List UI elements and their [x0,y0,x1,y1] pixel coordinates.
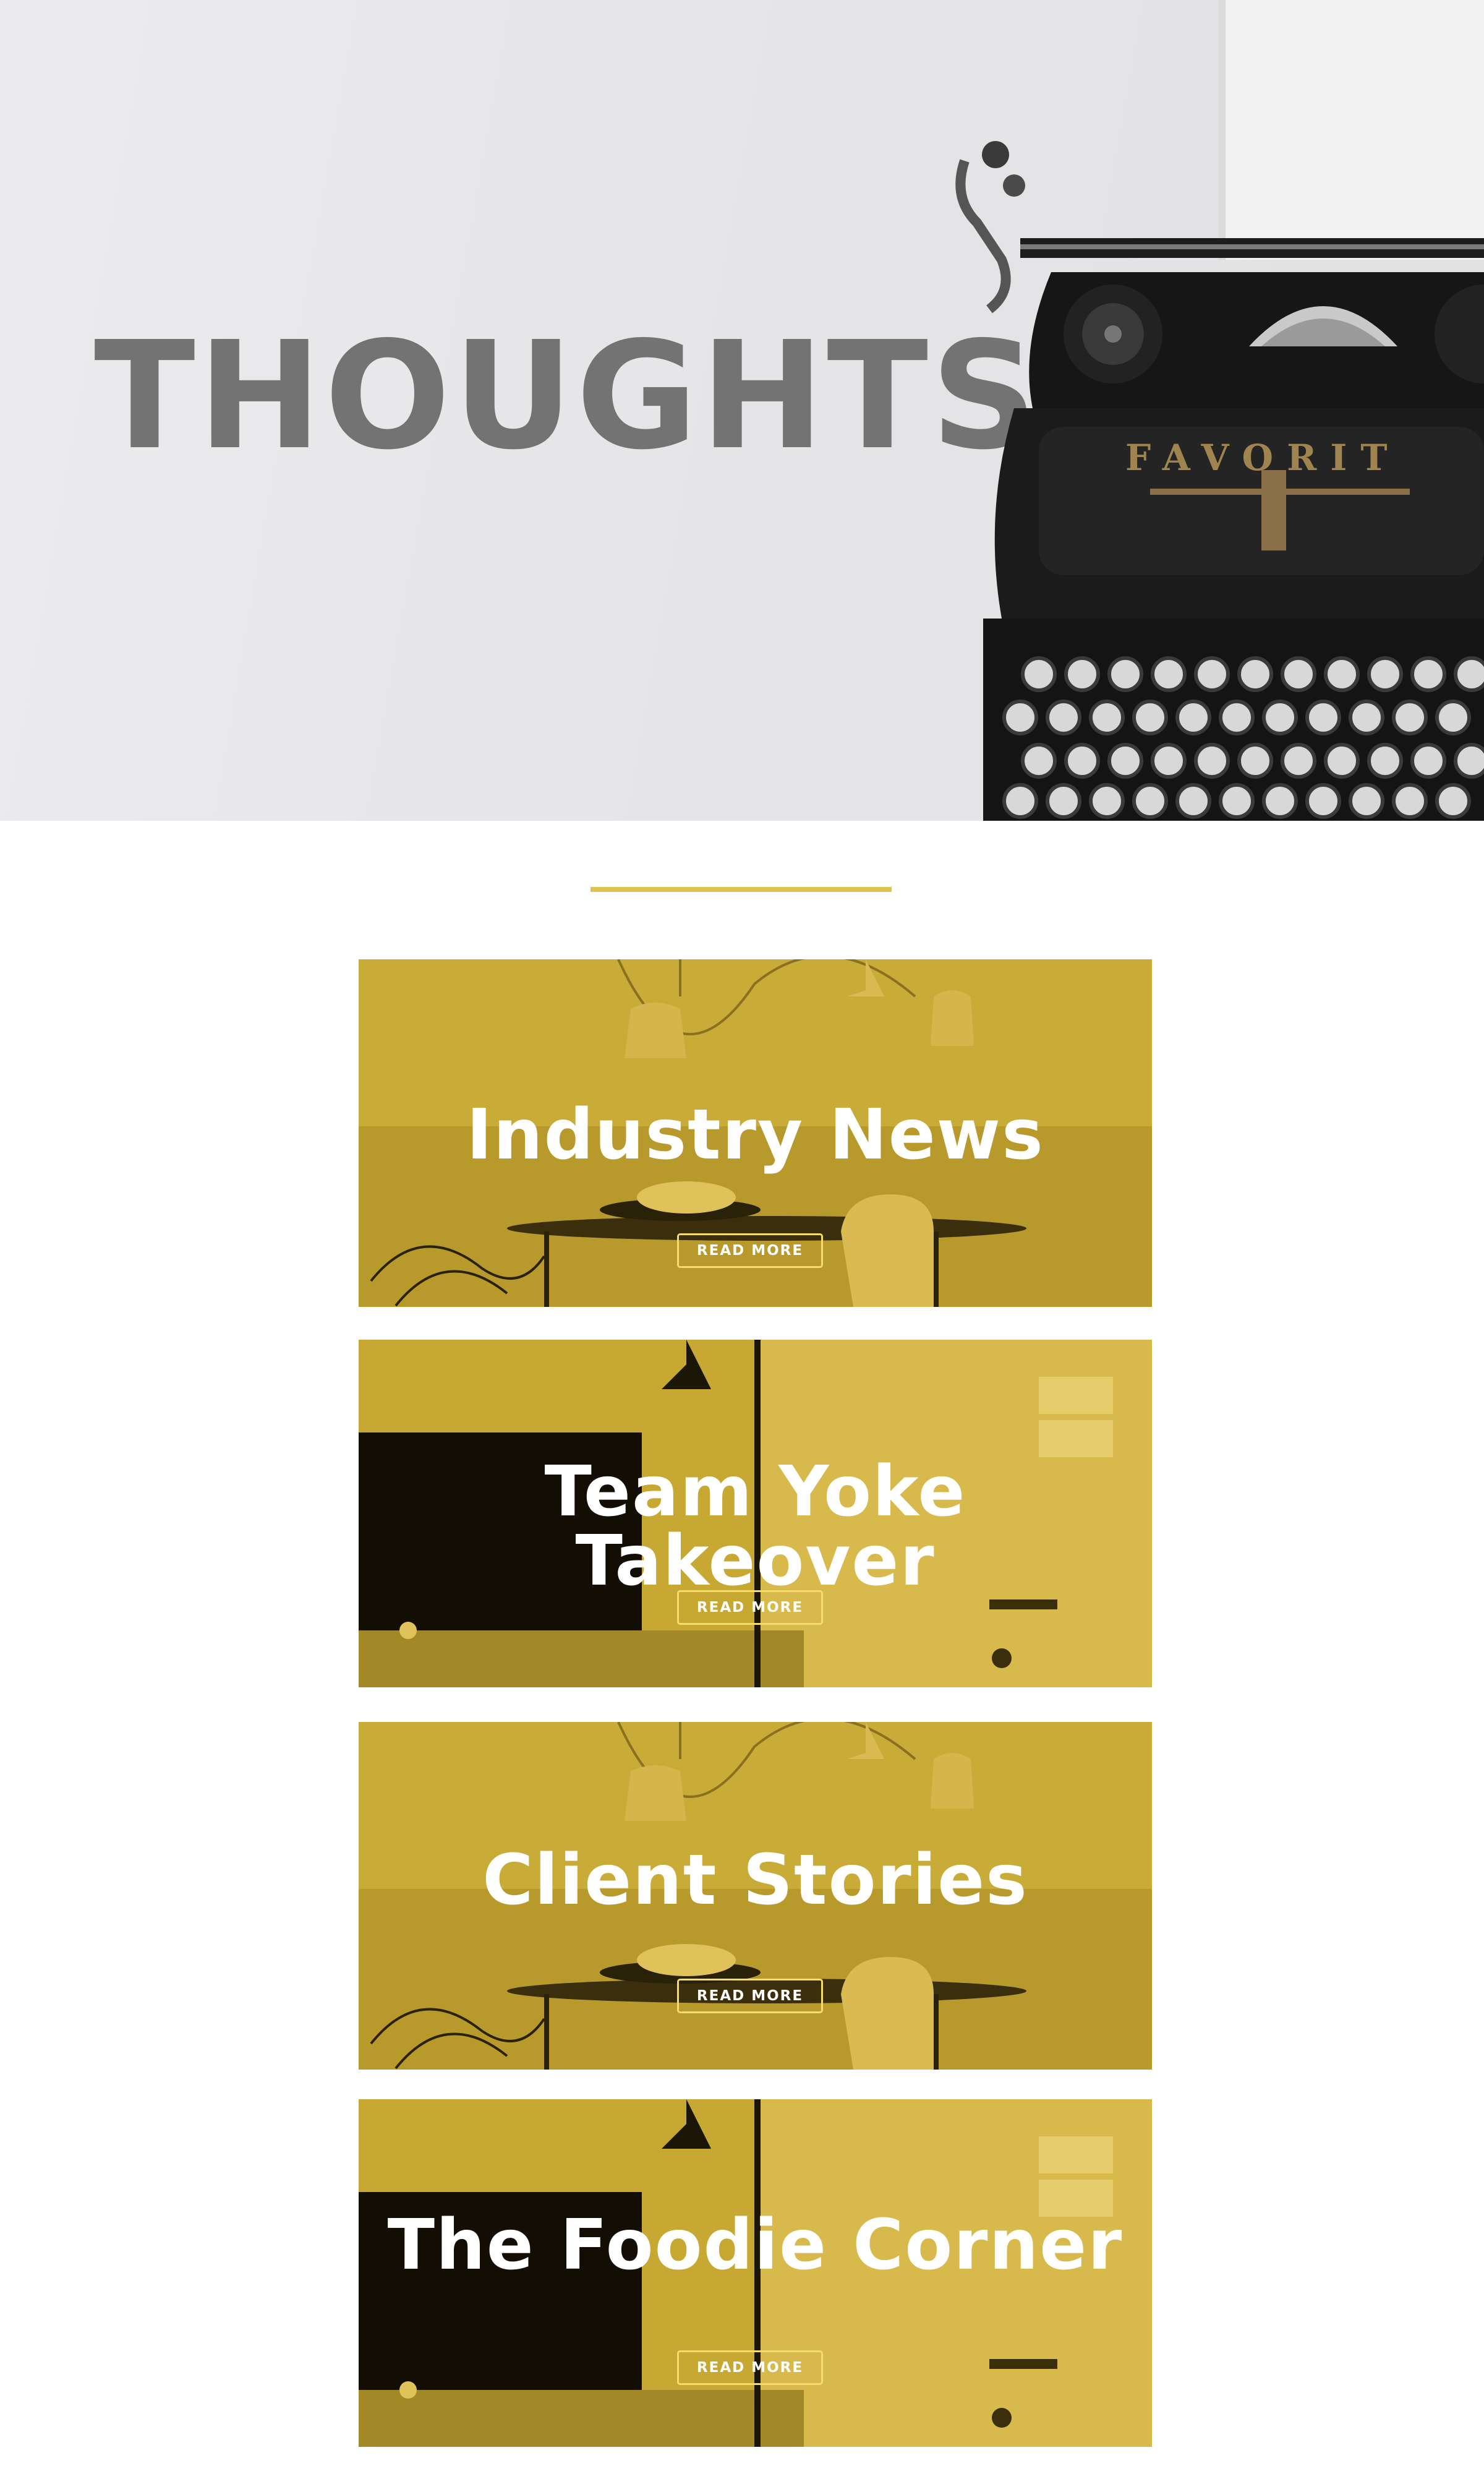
card-title: Team Yoke Takeover [544,1452,966,1601]
typewriter-illustration: FAVORIT [955,0,1484,821]
read-more-button[interactable]: READ MORE [677,1233,823,1268]
page-title: THOUGHTS [94,309,1040,482]
blog-card-industry-news[interactable]: Industry News READ MORE [359,959,1152,1307]
blog-card-client-stories[interactable]: Client Stories READ MORE [359,1722,1152,2070]
hero-banner: THOUGHTS FAVORIT [0,0,1484,821]
blog-card-the-foodie-corner[interactable]: The Foodie Corner READ MORE [359,2099,1152,2447]
read-more-button[interactable]: READ MORE [677,1590,823,1625]
section-divider [591,887,892,892]
blog-card-team-yoke-takeover[interactable]: Team Yoke Takeover READ MORE [359,1340,1152,1687]
card-title: Client Stories [482,1840,1028,1920]
read-more-button[interactable]: READ MORE [677,2350,823,2385]
card-title: Industry News [466,1095,1044,1175]
read-more-button[interactable]: READ MORE [677,1979,823,2013]
card-title: The Foodie Corner [387,2205,1124,2285]
